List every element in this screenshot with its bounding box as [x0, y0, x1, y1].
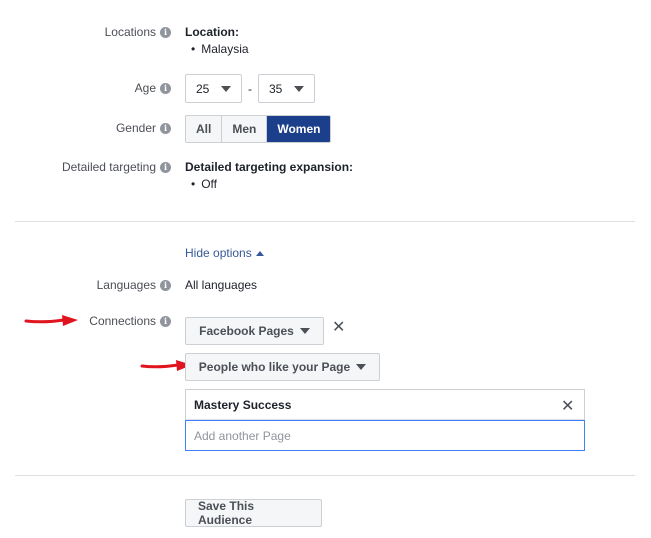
gender-content: All Men Women	[185, 115, 332, 143]
detailed-targeting-item: Off	[185, 177, 353, 191]
locations-heading: Location:	[185, 25, 239, 39]
info-icon[interactable]: i	[160, 122, 171, 134]
locations-label-wrap: Locations i	[105, 25, 171, 39]
close-icon[interactable]: ✕	[332, 320, 345, 336]
connection-type-dropdown[interactable]: Facebook Pages	[185, 317, 324, 345]
save-audience-label: Save This Audience	[198, 499, 255, 527]
languages-label: Languages	[96, 278, 156, 292]
section-divider	[15, 221, 635, 222]
hide-options-content: Hide options	[185, 246, 264, 260]
info-icon[interactable]: i	[160, 315, 171, 327]
gender-segmented-control: All Men Women	[185, 115, 332, 143]
locations-label: Locations	[104, 25, 156, 39]
section-divider	[15, 475, 635, 476]
detailed-targeting-heading: Detailed targeting expansion:	[185, 160, 354, 174]
close-icon[interactable]: ✕	[561, 399, 574, 415]
info-icon[interactable]: i	[160, 82, 171, 94]
connection-condition-dropdown[interactable]: People who like your Page	[185, 353, 380, 381]
languages-value: All languages	[185, 278, 258, 292]
languages-label-wrap: Languages i	[97, 278, 171, 292]
age-min-value: 25	[196, 81, 210, 96]
caret-down-icon	[294, 85, 304, 92]
caret-down-icon	[356, 364, 367, 370]
age-label-wrap: Age i	[135, 81, 171, 95]
connection-type-value: Facebook Pages	[199, 324, 294, 338]
connections-label-wrap: Connections i	[89, 314, 171, 328]
age-content: 25 - 35	[185, 74, 315, 103]
gender-label: Gender	[115, 121, 156, 135]
age-min-dropdown[interactable]: 25	[185, 74, 242, 103]
selected-page-name: Mastery Success	[194, 397, 292, 412]
save-audience-button[interactable]: Save This Audience	[185, 499, 322, 527]
connection-condition-value: People who like your Page	[198, 360, 351, 374]
gender-men-button[interactable]: Men	[222, 116, 268, 142]
page-selector: Mastery Success	[185, 389, 585, 451]
caret-up-icon	[255, 251, 264, 257]
gender-women-button[interactable]: Women	[267, 116, 331, 142]
age-label: Age	[134, 81, 156, 95]
selected-page-token: Mastery Success	[186, 390, 584, 420]
add-page-input[interactable]	[185, 420, 585, 451]
detailed-targeting-label: Detailed targeting	[61, 160, 156, 174]
connections-label: Connections	[89, 314, 156, 328]
info-icon[interactable]: i	[160, 279, 171, 291]
caret-down-icon	[299, 328, 310, 334]
location-item: Malaysia	[185, 42, 248, 56]
gender-label-wrap: Gender i	[116, 121, 171, 135]
gender-all-button[interactable]: All	[186, 116, 223, 142]
age-max-dropdown[interactable]: 35	[258, 74, 315, 103]
hide-options-label: Hide options	[185, 246, 252, 260]
detailed-targeting-label-wrap: Detailed targeting i	[62, 160, 171, 174]
locations-content: Location: Malaysia	[185, 25, 249, 56]
red-arrow-icon	[24, 315, 78, 326]
detailed-targeting-content: Detailed targeting expansion: Off	[185, 160, 353, 191]
info-icon[interactable]: i	[160, 161, 171, 173]
age-max-value: 35	[269, 81, 283, 96]
age-separator: -	[248, 81, 252, 96]
hide-options-link[interactable]: Hide options	[185, 246, 264, 260]
info-icon[interactable]: i	[160, 26, 171, 38]
caret-down-icon	[221, 85, 231, 92]
